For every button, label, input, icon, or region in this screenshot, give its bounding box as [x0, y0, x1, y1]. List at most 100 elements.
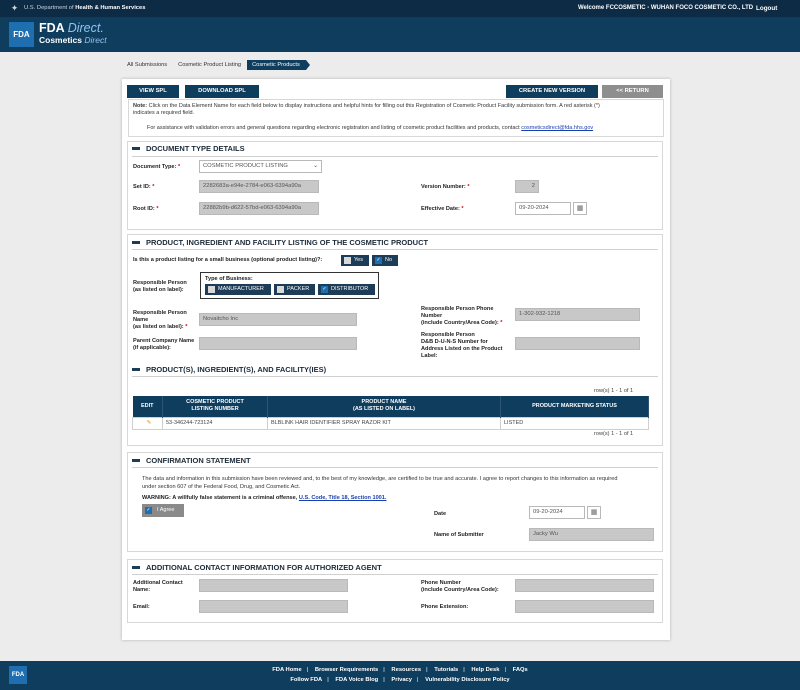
effective-date-field[interactable]: 09-20-2024	[515, 202, 571, 215]
responsible-person-name-label: Responsible Person Name (as listed on labe…	[133, 310, 188, 330]
return-button[interactable]: << RETURN	[602, 85, 663, 98]
footer-link-fda-home[interactable]: FDA Home	[272, 667, 301, 673]
calendar-icon[interactable]: ▦	[587, 506, 601, 519]
footer-link-faqs[interactable]: FAQs	[513, 667, 528, 673]
root-id-label: Root ID: *	[133, 206, 159, 212]
cell-status: LISTED	[500, 416, 649, 430]
footer-link-help-desk[interactable]: Help Desk	[471, 667, 499, 673]
set-id-label: Set ID: *	[133, 184, 155, 190]
breadcrumb-all-submissions[interactable]: All Submissions	[122, 60, 178, 70]
products-table: EDIT COSMETIC PRODUCT LISTING NUMBER PROD…	[132, 396, 649, 430]
checkmark-icon: ✓	[321, 286, 328, 293]
business-type-label: Type of Business:	[205, 276, 253, 282]
footer-link-tutorials[interactable]: Tutorials	[434, 667, 458, 673]
create-new-version-button[interactable]: CREATE NEW VERSION	[506, 85, 598, 98]
divider	[132, 376, 658, 377]
footer-link-browser-requirements[interactable]: Browser Requirements	[315, 667, 378, 673]
set-id-field[interactable]: 2282683a-e94e-2784-e063-6394a90a	[199, 180, 319, 193]
document-type-heading[interactable]: DOCUMENT TYPE DETAILS	[132, 144, 245, 154]
checkbox-icon	[344, 257, 351, 264]
collapse-icon	[132, 459, 140, 463]
us-code-link[interactable]: U.S. Code, Title 18, Section 1001.	[299, 495, 387, 501]
divider	[132, 249, 658, 250]
collapse-icon	[132, 241, 140, 245]
small-business-yes-checkbox[interactable]: Yes	[341, 255, 369, 266]
email-field[interactable]	[199, 600, 348, 613]
divider	[132, 156, 658, 157]
version-number-field[interactable]: 2	[515, 180, 539, 193]
responsible-phone-field[interactable]: 1-302-932-1218	[515, 308, 640, 321]
confirmation-text: The data and information in this submiss…	[142, 476, 618, 490]
view-spl-button[interactable]: VIEW SPL	[127, 85, 179, 98]
footer-link-voice-blog[interactable]: FDA Voice Blog	[335, 677, 378, 683]
top-bar: ✦ U.S. Department of Health & Human Serv…	[0, 0, 800, 17]
date-field[interactable]: 09-20-2024	[529, 506, 585, 519]
rows-count-bottom: row(s) 1 - 1 of 1	[594, 431, 634, 437]
duns-field[interactable]	[515, 337, 640, 350]
agency-name: U.S. Department of Health & Human Servic…	[24, 5, 146, 11]
phone-extension-label: Phone Extension:	[421, 604, 469, 610]
agent-phone-field[interactable]	[515, 579, 654, 592]
submitter-label: Name of Submitter	[434, 532, 484, 538]
document-type-select[interactable]: COSMETIC PRODUCT LISTING ⌄	[199, 160, 322, 173]
collapse-icon	[132, 566, 140, 570]
breadcrumb-cosmetic-product-listing[interactable]: Cosmetic Product Listing	[173, 60, 251, 70]
brand-title: FDA Direct.	[39, 21, 104, 35]
footer-link-follow-fda[interactable]: Follow FDA	[290, 677, 322, 683]
responsible-person-name-field[interactable]: Novaitcho Inc	[199, 313, 357, 326]
breadcrumb-cosmetic-products: Cosmetic Products	[247, 60, 310, 70]
small-business-no-checkbox[interactable]: ✓ No	[372, 255, 398, 266]
additional-contact-field[interactable]	[199, 579, 348, 592]
footer-link-vulnerability-policy[interactable]: Vulnerability Disclosure Policy	[425, 677, 510, 683]
chevron-down-icon: ⌄	[313, 163, 318, 169]
version-number-label: Version Number: *	[421, 184, 470, 190]
authorized-agent-heading[interactable]: ADDITIONAL CONTACT INFORMATION FOR AUTHO…	[132, 563, 382, 573]
site-header	[0, 17, 800, 52]
root-id-field[interactable]: 22882b9b-d622-57bd-e063-6394a90a	[199, 202, 319, 215]
distributor-checkbox[interactable]: ✓ DISTRIBUTOR	[318, 284, 375, 295]
listing-heading[interactable]: PRODUCT, INGREDIENT AND FACILITY LISTING…	[132, 238, 428, 248]
col-product-name: PRODUCT NAME (AS LISTED ON LABEL)	[267, 396, 501, 417]
cell-product-name: BLBLINK HAIR IDENTIFIER SPRAY RAZOR KIT	[267, 416, 501, 430]
effective-date-label: Effective Date: *	[421, 206, 464, 212]
parent-company-label: Parent Company Name (if applicable):	[133, 338, 195, 351]
checkbox-icon	[208, 286, 215, 293]
instructions-note: Note: Click on the Data Element Name for…	[128, 99, 664, 137]
welcome-user: Welcome FCCOSMETIC - WUHAN FOCO COSMETIC…	[578, 5, 754, 11]
duns-label: Responsible Person D&B D-U-N-S Number for…	[421, 332, 503, 359]
collapse-icon	[132, 368, 140, 372]
checkmark-icon: ✓	[145, 507, 152, 514]
footer-links-row1: FDA Home | Browser Requirements | Resource…	[272, 667, 528, 673]
additional-contact-label: Additional Contact Name:	[133, 580, 183, 593]
collapse-icon	[132, 147, 140, 151]
phone-extension-field[interactable]	[515, 600, 654, 613]
col-listing-number: COSMETIC PRODUCT LISTING NUMBER	[162, 396, 268, 417]
download-spl-button[interactable]: DOWNLOAD SPL	[185, 85, 259, 98]
i-agree-checkbox[interactable]: ✓ I Agree	[142, 504, 184, 517]
submitter-field[interactable]: Jacky Wu	[529, 528, 654, 541]
confirmation-heading[interactable]: CONFIRMATION STATEMENT	[132, 456, 251, 466]
manufacturer-checkbox[interactable]: MANUFACTURER	[205, 284, 271, 295]
email-label: Email:	[133, 604, 150, 610]
footer-link-resources[interactable]: Resources	[391, 667, 421, 673]
warning-text: WARNING: A willfully false statement is …	[142, 495, 387, 501]
products-heading[interactable]: PRODUCT(S), INGREDIENT(S), AND FACILITY(…	[132, 365, 326, 375]
divider	[132, 467, 658, 468]
footer-link-privacy[interactable]: Privacy	[391, 677, 412, 683]
table-header-row: EDIT COSMETIC PRODUCT LISTING NUMBER PROD…	[132, 396, 649, 417]
packer-checkbox[interactable]: PACKER	[274, 284, 315, 295]
checkbox-icon	[277, 286, 284, 293]
fda-logo[interactable]: FDA	[9, 22, 34, 47]
breadcrumb: All Submissions Cosmetic Product Listing…	[122, 60, 310, 70]
date-label: Date	[434, 511, 447, 517]
responsible-person-label: Responsible Person (as listed on label):	[133, 280, 187, 293]
table-row[interactable]: ✎ 53-346244-723124 BLBLINK HAIR IDENTIFI…	[132, 416, 649, 430]
responsible-phone-label: Responsible Person Phone Number (include C…	[421, 306, 503, 326]
parent-company-field[interactable]	[199, 337, 357, 350]
col-marketing-status: PRODUCT MARKETING STATUS	[500, 396, 649, 417]
support-email-link[interactable]: cosmeticsdirect@fda.hhs.gov	[521, 125, 593, 131]
edit-pencil-icon[interactable]: ✎	[132, 416, 163, 430]
rows-count-top: row(s) 1 - 1 of 1	[594, 388, 634, 394]
calendar-icon[interactable]: ▦	[573, 202, 587, 215]
logout-link[interactable]: Logout	[756, 4, 777, 13]
